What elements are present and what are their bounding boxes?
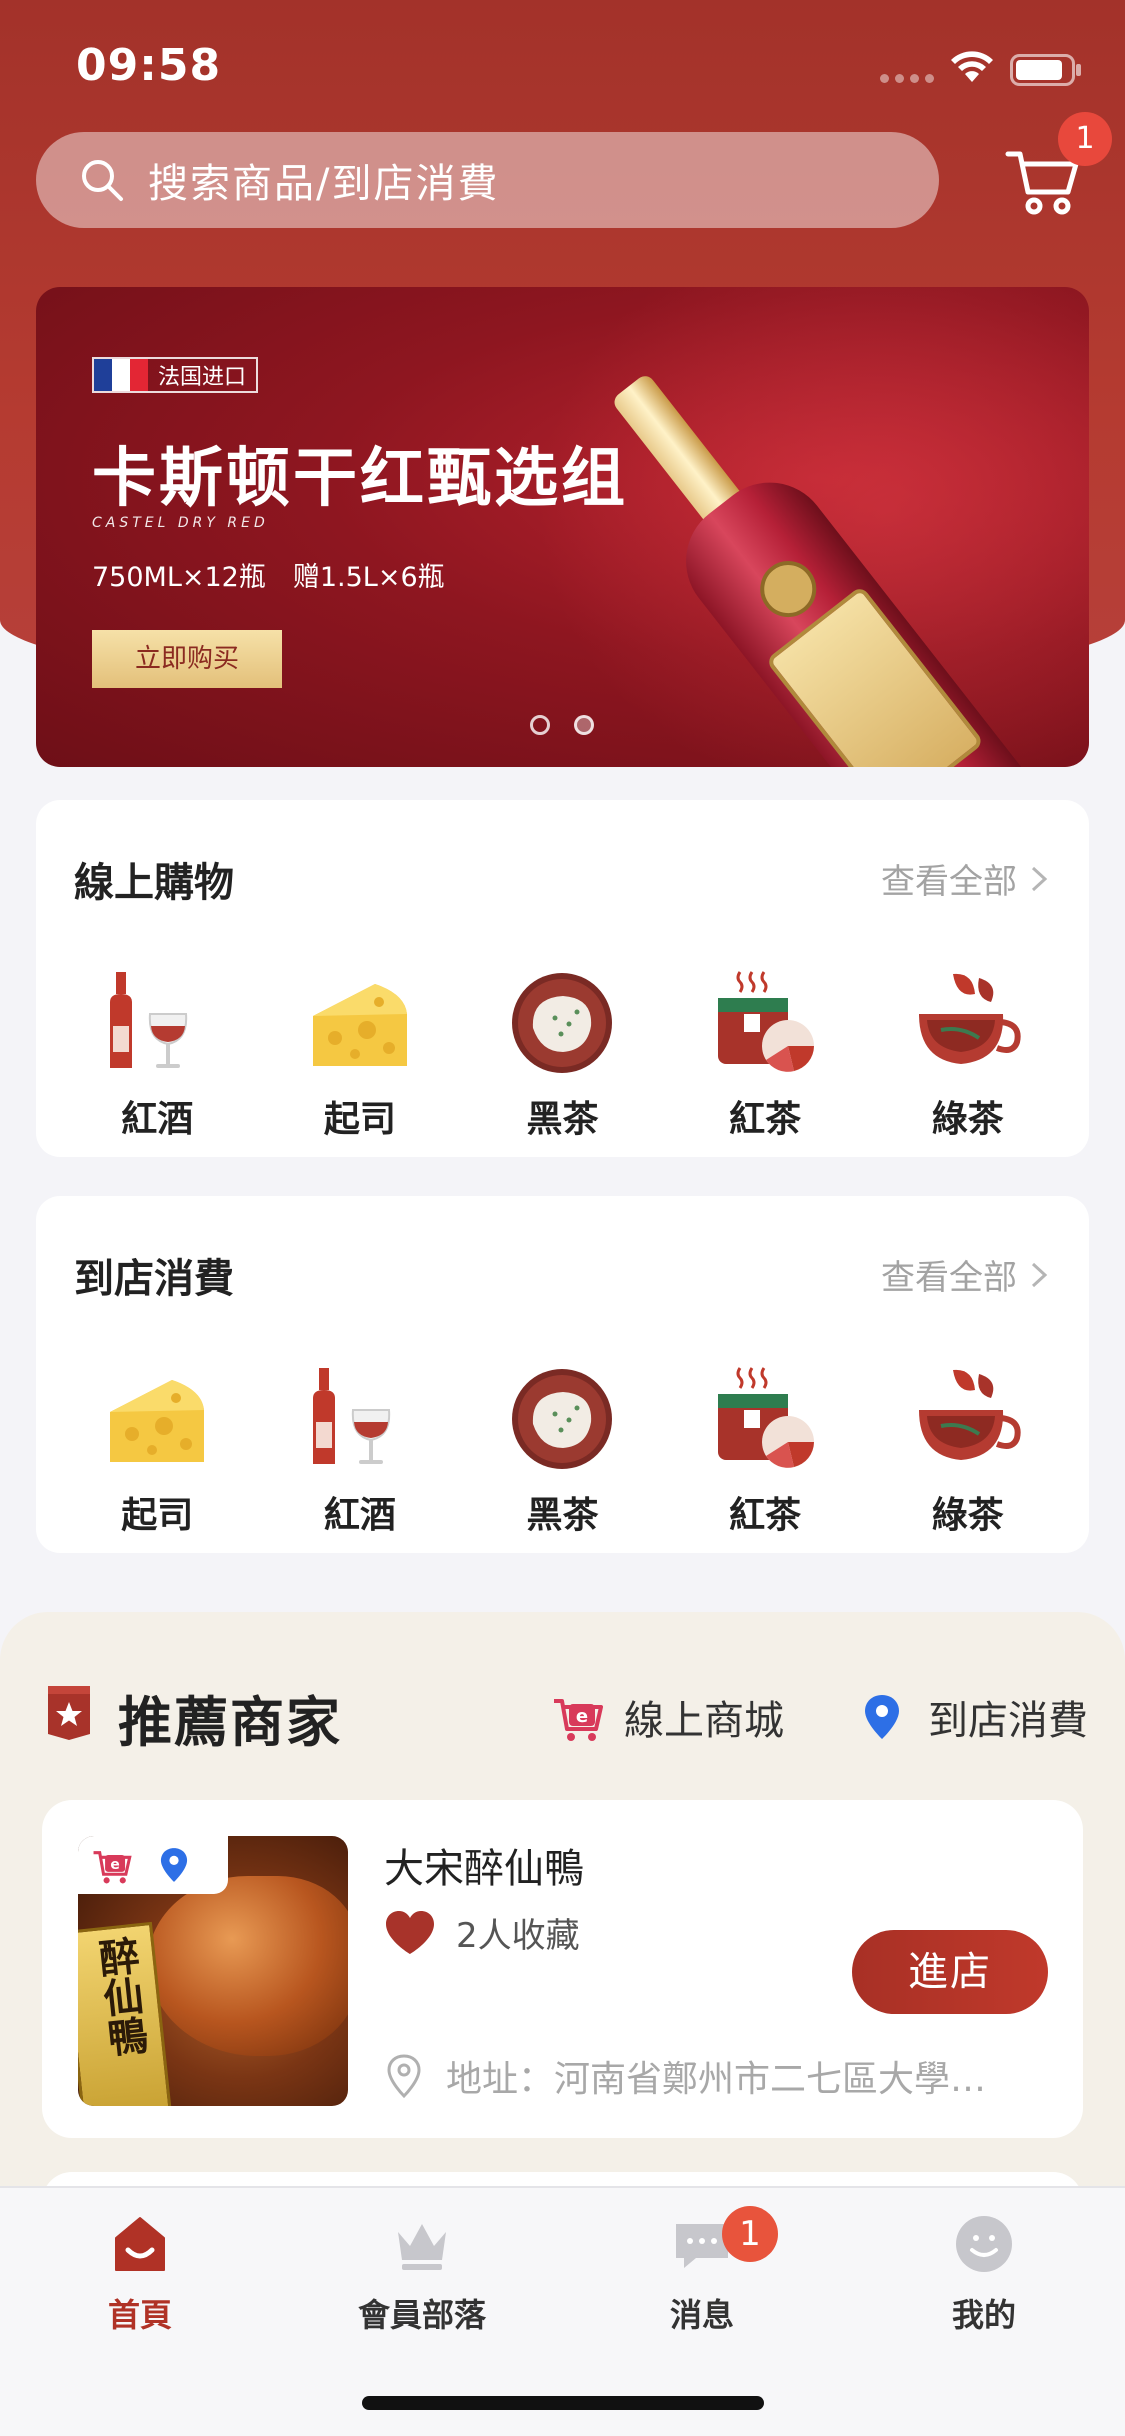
enter-shop-button[interactable]: 進店 [852,1930,1048,2014]
online-category-item[interactable]: 黑茶 [477,968,647,1142]
in-store-card: 到店消費 查看全部 起司 紅酒 黑茶 紅茶 綠茶 [36,1196,1089,1553]
shop-image: 醉仙鴨 e [78,1836,348,2106]
import-tag: 法国进口 [92,357,259,393]
online-mall-icon: e [93,1851,132,1884]
store-category-item[interactable]: 綠茶 [883,1364,1053,1538]
shop-badge-icon [48,1686,90,1740]
online-category-item[interactable]: 紅茶 [680,968,850,1142]
store-category-item[interactable]: 黑茶 [477,1364,647,1538]
heart-icon[interactable] [384,1910,436,1956]
view-all-link[interactable]: 查看全部 [881,854,1049,903]
search-icon [82,160,123,201]
green-tea-icon [913,968,1023,1078]
france-flag-icon [94,359,148,391]
shop-card[interactable]: 醉仙鴨 e 大宋醉仙鴨 2人收藏 進店 地址：河南省鄭州市二七區大學… [42,1800,1083,2138]
battery-icon [1010,54,1081,86]
online-category-item[interactable]: 紅酒 [72,968,242,1142]
tab-member-tribe[interactable]: 會員部落 [322,2212,522,2336]
search-placeholder: 搜索商品/到店消費 [148,161,500,207]
banner-subtitle: 750ML×12瓶 赠1.5L×6瓶 [92,562,445,593]
online-mall-icon: e [554,1699,603,1741]
filter-online-mall[interactable]: e 線上商城 [552,1688,784,1746]
shop-favorites: 2人收藏 [384,1908,580,1957]
cheese-icon [102,1364,212,1474]
chevron-right-icon [1031,866,1048,891]
black-tea-icon [507,968,617,1078]
home-icon [115,2217,165,2271]
green-tea-icon [913,1364,1023,1474]
cart-badge: 1 [1058,112,1112,166]
banner-title: 卡斯顿干红甄选组 [92,442,628,516]
shop-image-text: 醉仙鴨 [90,1934,149,2059]
tab-messages[interactable]: 消息 1 [602,2206,802,2336]
home-indicator [362,2396,764,2410]
smiley-profile-icon [956,2216,1012,2272]
red-wine-icon [305,1364,415,1474]
shop-address: 地址：河南省鄭州市二七區大學… [384,2050,1064,2102]
message-badge: 1 [722,2206,778,2262]
category-label: 起司 [121,1495,194,1536]
online-shopping-card: 線上購物 查看全部 紅酒 起司 黑茶 紅茶 綠茶 [36,800,1089,1157]
chevron-right-icon [1031,1262,1048,1287]
crown-icon [398,2224,446,2270]
tab-home[interactable]: 首頁 [40,2212,240,2336]
black-tea-icon [507,1364,617,1474]
wifi-icon [951,51,993,82]
red-tea-icon [710,1364,820,1474]
category-label: 紅酒 [323,1495,396,1536]
category-label: 紅茶 [729,1495,802,1536]
red-wine-icon [102,968,212,1078]
view-all-link[interactable]: 查看全部 [881,1250,1049,1299]
import-tag-label: 法国进口 [158,365,247,390]
category-label: 黑茶 [526,1099,599,1140]
recommend-title: 推薦商家 [118,1691,342,1754]
shop-name: 大宋醉仙鴨 [384,1846,584,1892]
buy-now-button[interactable]: 立即购买 [92,630,282,688]
home-screen: 09:58 搜索商品/到店消費 1 法国进口 卡斯顿干红甄选组 CASTEL D… [0,0,1125,2436]
svg-text:e: e [110,1857,119,1873]
banner-pagination[interactable] [530,715,594,735]
location-pin-icon [160,1848,188,1882]
section-title: 到店消費 [74,1256,234,1302]
status-time: 09:58 [76,40,222,91]
cheese-icon [305,968,415,1078]
tab-me[interactable]: 我的 [884,2212,1084,2336]
promo-banner[interactable]: 法国进口 卡斯顿干红甄选组 CASTEL DRY RED 750ML×12瓶 赠… [36,287,1089,767]
location-pin-icon [865,1695,899,1739]
category-label: 黑茶 [526,1495,599,1536]
red-tea-icon [710,968,820,1078]
online-category-item[interactable]: 起司 [275,968,445,1142]
category-label: 紅茶 [729,1099,802,1140]
banner-script: CASTEL DRY RED [92,515,269,531]
store-category-item[interactable]: 起司 [72,1364,242,1538]
category-label: 起司 [323,1099,396,1140]
section-title: 線上購物 [74,860,234,906]
svg-text:e: e [576,1706,588,1727]
location-outline-icon [387,2054,421,2099]
filter-in-store[interactable]: 到店消費 [856,1688,1088,1746]
store-category-item[interactable]: 紅酒 [275,1364,445,1538]
search-bar[interactable]: 搜索商品/到店消費 [36,132,939,228]
status-bar: 09:58 [0,0,1125,130]
online-category-item[interactable]: 綠茶 [883,968,1053,1142]
category-label: 綠茶 [931,1099,1004,1140]
cellular-signal-icon [880,74,934,83]
store-category-item[interactable]: 紅茶 [680,1364,850,1538]
category-label: 綠茶 [931,1495,1004,1536]
category-label: 紅酒 [121,1099,194,1140]
